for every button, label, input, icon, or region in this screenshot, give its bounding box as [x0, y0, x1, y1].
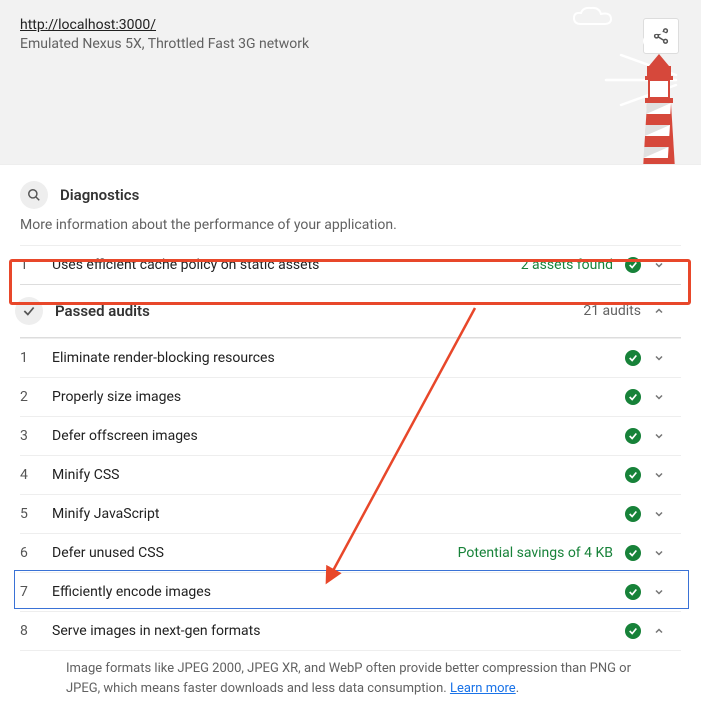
- audit-label: Defer unused CSS: [52, 545, 458, 561]
- audit-label: Minify CSS: [52, 467, 625, 483]
- audit-index: 7: [20, 584, 52, 600]
- audit-index: 3: [20, 428, 52, 444]
- audit-label: Serve images in next-gen formats: [52, 623, 625, 639]
- pass-icon: [625, 623, 641, 639]
- report-url[interactable]: http://localhost:3000/: [20, 17, 156, 33]
- audit-label: Minify JavaScript: [52, 506, 625, 522]
- lighthouse-icon: [629, 54, 689, 165]
- passed-audits-header[interactable]: Passed audits 21 audits: [20, 284, 681, 338]
- chevron-down-icon: [653, 352, 665, 364]
- cloud-icon: [642, 30, 686, 50]
- audit-label: Properly size images: [52, 389, 625, 405]
- diagnostics-section: Diagnostics More information about the p…: [0, 165, 701, 720]
- audit-row[interactable]: 1 Eliminate render-blocking resources: [20, 338, 681, 377]
- audit-row[interactable]: 2 Properly size images: [20, 377, 681, 416]
- section-title: Diagnostics: [60, 186, 139, 204]
- audit-index: 8: [20, 623, 52, 639]
- learn-more-link[interactable]: Learn more: [450, 681, 516, 696]
- audit-label: Efficiently encode images: [52, 584, 625, 600]
- audit-row[interactable]: 5 Minify JavaScript: [20, 494, 681, 533]
- audit-row[interactable]: 1 Uses efficient cache policy on static …: [20, 245, 681, 284]
- audit-label: Eliminate render-blocking resources: [52, 350, 625, 366]
- section-header: Diagnostics: [20, 181, 681, 209]
- audit-label: Uses efficient cache policy on static as…: [52, 257, 521, 273]
- chevron-down-icon: [653, 259, 665, 271]
- chevron-down-icon: [653, 508, 665, 520]
- pass-icon: [625, 545, 641, 561]
- audit-index: 6: [20, 545, 52, 561]
- audit-row[interactable]: 4 Minify CSS: [20, 455, 681, 494]
- pass-icon: [625, 584, 641, 600]
- magnifier-icon: [20, 181, 48, 209]
- audit-index: 1: [20, 257, 52, 273]
- chevron-down-icon: [653, 586, 665, 598]
- audit-description: Image formats like JPEG 2000, JPEG XR, a…: [20, 650, 681, 712]
- report-container: http://localhost:3000/ Emulated Nexus 5X…: [0, 0, 701, 720]
- audit-row[interactable]: 7 Efficiently encode images: [20, 572, 681, 611]
- category-label: Passed audits: [55, 302, 583, 320]
- chevron-down-icon: [653, 391, 665, 403]
- chevron-up-icon: [653, 625, 665, 637]
- audit-label: Defer offscreen images: [52, 428, 625, 444]
- pass-icon: [625, 350, 641, 366]
- category-meta: 21 audits: [583, 303, 641, 319]
- pass-icon: [625, 467, 641, 483]
- chevron-down-icon: [653, 547, 665, 559]
- section-desc: More information about the performance o…: [20, 217, 681, 233]
- check-icon: [15, 297, 43, 325]
- audit-meta: Potential savings of 4 KB: [458, 545, 613, 561]
- cloud-icon: [571, 6, 621, 28]
- audit-row[interactable]: 3 Defer offscreen images: [20, 416, 681, 455]
- pass-icon: [625, 257, 641, 273]
- audit-meta: 2 assets found: [521, 257, 613, 273]
- chevron-up-icon: [653, 305, 665, 317]
- audit-index: 1: [20, 350, 52, 366]
- audit-index: 5: [20, 506, 52, 522]
- chevron-down-icon: [653, 469, 665, 481]
- pass-icon: [625, 428, 641, 444]
- audit-index: 2: [20, 389, 52, 405]
- report-header: http://localhost:3000/ Emulated Nexus 5X…: [0, 0, 701, 165]
- audit-row[interactable]: 6 Defer unused CSS Potential savings of …: [20, 533, 681, 572]
- pass-icon: [625, 506, 641, 522]
- pass-icon: [625, 389, 641, 405]
- audit-index: 4: [20, 467, 52, 483]
- audit-row-nextgen[interactable]: 8 Serve images in next-gen formats: [20, 611, 681, 650]
- chevron-down-icon: [653, 430, 665, 442]
